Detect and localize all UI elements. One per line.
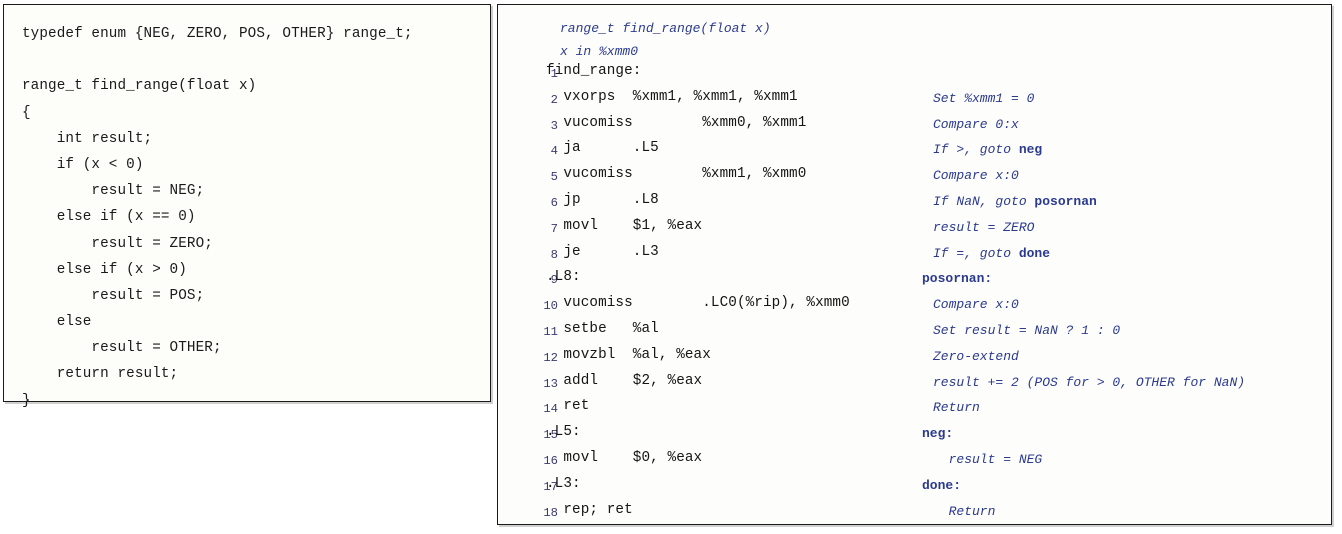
- assembly-instruction: addl $2, %eax: [546, 372, 703, 389]
- assembly-header-line: x in %xmm0: [560, 44, 639, 59]
- comment-text: result = NEG: [933, 451, 1043, 467]
- comment-label: done:: [922, 477, 962, 493]
- assembly-row: 16 movl $0, %eax result = NEG: [498, 450, 1331, 476]
- assembly-instruction: vucomiss .LC0(%rip), %xmm0: [546, 295, 850, 312]
- assembly-row: 17 .L3: done:: [498, 476, 1331, 502]
- c-source-line: else if (x > 0): [22, 261, 187, 278]
- assembly-instruction: vxorps %xmm1, %xmm1, %xmm1: [546, 88, 798, 105]
- assembly-instruction: je .L3: [546, 243, 659, 260]
- comment-text: If >, goto neg: [933, 142, 1043, 158]
- comment-text: If NaN, goto posornan: [933, 193, 1097, 209]
- c-source-panel: typedef enum {NEG, ZERO, POS, OTHER} ran…: [3, 4, 491, 409]
- c-source-line: else if (x == 0): [22, 209, 196, 226]
- assembly-row: 18 rep; ret Return: [498, 502, 1331, 528]
- c-source-line: typedef enum {NEG, ZERO, POS, OTHER} ran…: [22, 26, 413, 42]
- assembly-row: 12 movzbl %al, %eax Zero-extend: [498, 347, 1331, 373]
- assembly-row: 5 vucomiss %xmm1, %xmm0 Compare x:0: [498, 166, 1331, 192]
- comment-text: Zero-extend: [933, 348, 1019, 364]
- assembly-row: 4 ja .L5 If >, goto neg: [498, 140, 1331, 166]
- assembly-row: 6 jp .L8 If NaN, goto posornan: [498, 192, 1331, 218]
- comment-text: result += 2 (POS for > 0, OTHER for NaN): [933, 374, 1246, 390]
- assembly-instruction: ret: [546, 398, 590, 415]
- comment-text: Return: [933, 503, 996, 519]
- c-source-line: range_t find_range(float x): [22, 78, 257, 95]
- c-source-line: [22, 47, 413, 73]
- assembly-header-line: range_t find_range(float x): [560, 21, 771, 36]
- c-source-line: else: [22, 314, 92, 331]
- assembly-row: 13 addl $2, %eax result += 2 (POS for > 0…: [498, 373, 1331, 399]
- assembly-row: 9 .L8: posornan:: [498, 269, 1331, 295]
- assembly-instruction: movzbl %al, %eax: [546, 346, 711, 363]
- comment-text: Compare x:0: [933, 297, 1019, 313]
- assembly-row: 2 vxorps %xmm1, %xmm1, %xmm1 Set %xmm1 = …: [498, 89, 1331, 115]
- assembly-row: 8 je .L3 If =, goto done: [498, 244, 1331, 270]
- assembly-row: 1 find_range:: [498, 63, 1331, 89]
- c-source-listing: typedef enum {NEG, ZERO, POS, OTHER} ran…: [22, 21, 413, 414]
- comment-text: Set %xmm1 = 0: [933, 90, 1035, 106]
- c-source-line: int result;: [22, 130, 153, 147]
- assembly-row: 15 .L5: neg:: [498, 424, 1331, 450]
- comment-text: Return: [933, 400, 980, 416]
- assembly-instruction: .L3:: [546, 475, 581, 492]
- comment-target-label: done: [1018, 245, 1051, 261]
- assembly-row: 7 movl $1, %eax result = ZERO: [498, 218, 1331, 244]
- c-source-line: result = POS;: [22, 287, 205, 304]
- assembly-instruction: vucomiss %xmm1, %xmm0: [546, 166, 807, 183]
- c-source-line: }: [22, 392, 31, 409]
- c-source-line: {: [22, 104, 31, 121]
- assembly-row: 14 ret Return: [498, 398, 1331, 424]
- assembly-instruction: .L8:: [546, 269, 581, 286]
- comment-text: If =, goto done: [933, 245, 1051, 261]
- assembly-instruction: jp .L8: [546, 191, 659, 208]
- c-source-line: return result;: [22, 366, 179, 383]
- assembly-instruction: rep; ret: [546, 501, 633, 518]
- comment-text: Set result = NaN ? 1 : 0: [933, 322, 1121, 338]
- assembly-row: 10 vucomiss .LC0(%rip), %xmm0 Compare x:0: [498, 295, 1331, 321]
- comment-target-label: neg: [1018, 142, 1043, 158]
- assembly-row: 11 setbe %al Set result = NaN ? 1 : 0: [498, 321, 1331, 347]
- assembly-instruction: movl $0, %eax: [546, 449, 703, 466]
- assembly-instruction: vucomiss %xmm0, %xmm1: [546, 114, 807, 131]
- assembly-header-comments: range_t find_range(float x) x in %xmm0: [560, 17, 771, 63]
- comment-text: Compare 0:x: [933, 116, 1019, 132]
- c-source-line: if (x < 0): [22, 156, 144, 173]
- c-source-line: result = ZERO;: [22, 235, 213, 252]
- c-source-line: result = OTHER;: [22, 340, 222, 357]
- c-source-line: result = NEG;: [22, 183, 205, 200]
- comment-label: neg:: [922, 426, 954, 442]
- comment-text: result = ZERO: [933, 219, 1035, 235]
- assembly-instruction: setbe %al: [546, 320, 659, 337]
- comment-text: Compare x:0: [933, 168, 1019, 184]
- assembly-row: 3 vucomiss %xmm0, %xmm1 Compare 0:x: [498, 115, 1331, 141]
- comment-label: posornan:: [922, 271, 993, 287]
- assembly-panel: range_t find_range(float x) x in %xmm0 1f…: [497, 4, 1332, 525]
- assembly-instruction: find_range:: [546, 63, 642, 79]
- assembly-instruction: .L5:: [546, 424, 581, 441]
- assembly-instruction: ja .L5: [546, 140, 659, 157]
- assembly-instruction: movl $1, %eax: [546, 217, 703, 234]
- comment-target-label: posornan: [1034, 193, 1097, 209]
- assembly-listing: 1 find_range: 2 vxorps %xmm1, %xmm1, %xmm1…: [498, 63, 1331, 527]
